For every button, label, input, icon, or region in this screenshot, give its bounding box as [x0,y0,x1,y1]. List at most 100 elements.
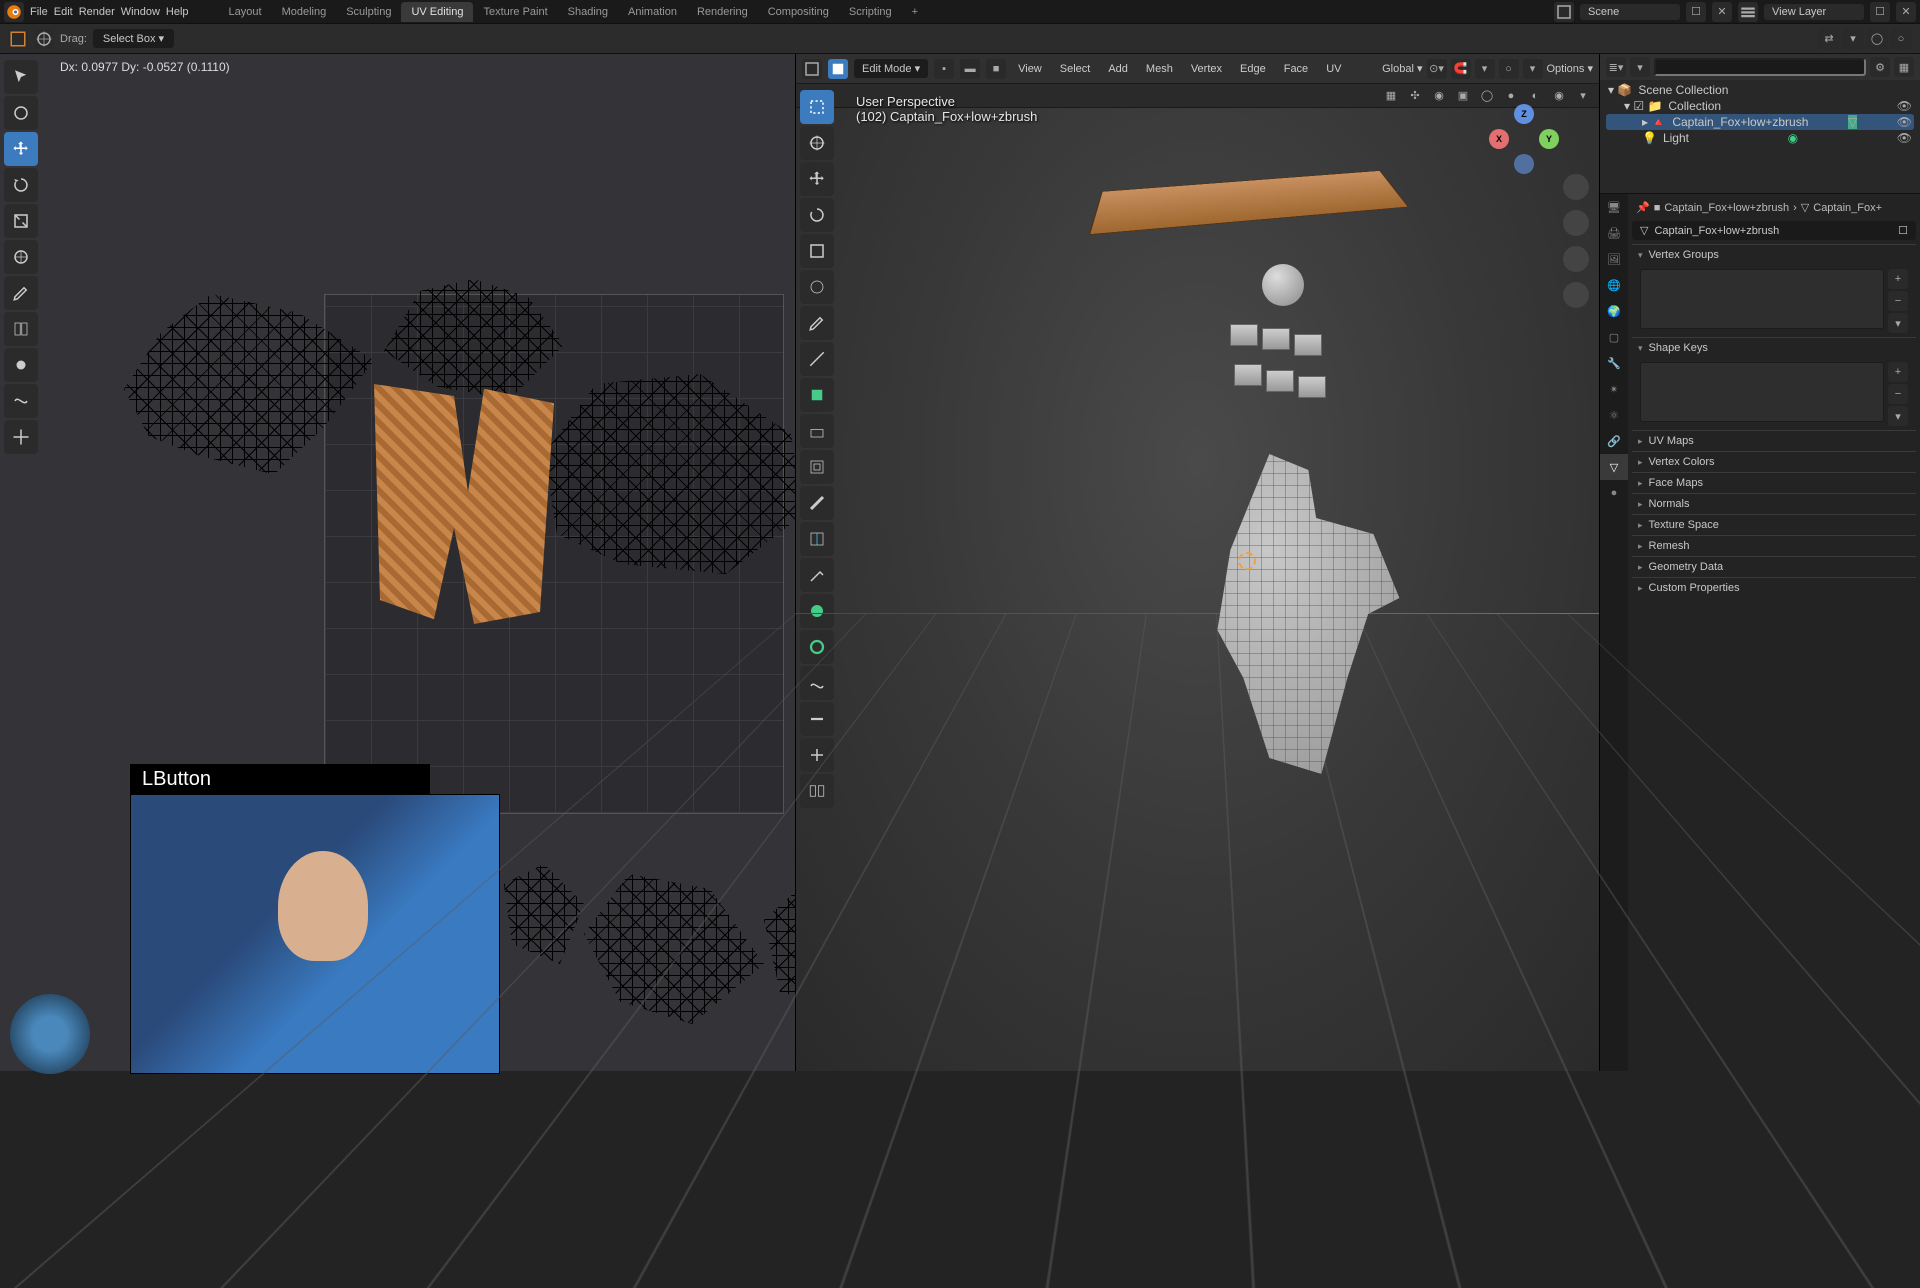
ptab-viewlayer-icon[interactable]: 🖼 [1600,246,1628,272]
tab-add-workspace[interactable]: + [902,2,928,22]
viewlayer-new-icon[interactable]: ☐ [1870,2,1890,22]
ptab-scene-icon[interactable]: 🌐 [1600,272,1628,298]
vtool-measure[interactable] [800,342,834,376]
ortho-gizmo-icon[interactable] [1563,282,1589,308]
vtool-loopcut[interactable] [800,522,834,556]
vtool-add-cube[interactable] [800,378,834,412]
vtool-rotate[interactable] [800,198,834,232]
tool-grab[interactable] [4,348,38,382]
vtool-bevel[interactable] [800,486,834,520]
overlay-toggle-icon[interactable]: ◉ [1429,86,1449,106]
xray-toggle-icon[interactable]: ▣ [1453,86,1473,106]
vgroup-remove-icon[interactable]: − [1888,291,1908,311]
tab-sculpting[interactable]: Sculpting [336,2,401,22]
tab-texture-paint[interactable]: Texture Paint [473,2,557,22]
vertex-groups-list[interactable] [1640,269,1884,329]
mesh-sphere[interactable] [1262,264,1304,306]
outliner-filter-icon[interactable]: ⚙ [1870,57,1890,77]
uv-sync-icon[interactable]: ⇄ [1818,28,1840,50]
menu-file[interactable]: File [30,6,48,18]
menu-uv[interactable]: UV [1320,60,1347,78]
menu-vertex[interactable]: Vertex [1185,60,1228,78]
viewlayer-selector[interactable]: View Layer [1764,4,1864,20]
uv-cursor-tool-icon[interactable] [34,29,54,49]
tab-animation[interactable]: Animation [618,2,687,22]
vtool-extrude[interactable] [800,414,834,448]
shading-preview-icon[interactable]: ◐ [1525,86,1545,106]
outliner-search-input[interactable] [1654,58,1866,76]
outliner-collection[interactable]: ▾ ☑ 📁Collection 👁 [1606,98,1914,114]
outliner-scene-collection[interactable]: ▾ 📦Scene Collection [1606,82,1914,98]
section-shape-keys[interactable]: Shape Keys [1632,338,1916,358]
collection-visibility-icon[interactable]: 👁 [1897,99,1912,113]
tool-rip[interactable] [4,312,38,346]
ptab-particle-icon[interactable]: ✴ [1600,376,1628,402]
section-face-maps[interactable]: Face Maps [1632,473,1916,493]
shading-solid-icon[interactable]: ● [1501,86,1521,106]
uv-snap-icon[interactable]: ◯ [1866,28,1888,50]
menu-select[interactable]: Select [1054,60,1097,78]
vtool-transform[interactable] [800,270,834,304]
mesh-edit-mode-toggle-icon[interactable]: ▦ [1381,86,1401,106]
tab-uv-editing[interactable]: UV Editing [401,2,473,22]
tool-rotate[interactable] [4,168,38,202]
outliner-new-collection-icon[interactable]: ▦ [1894,57,1914,77]
menu-face[interactable]: Face [1278,60,1314,78]
tab-compositing[interactable]: Compositing [758,2,839,22]
tool-scale[interactable] [4,204,38,238]
section-normals[interactable]: Normals [1632,494,1916,514]
tool-transform[interactable] [4,240,38,274]
proportional-falloff-icon[interactable]: ▾ [1523,59,1543,79]
menu-help[interactable]: Help [166,6,189,18]
outliner-tree[interactable]: ▾ 📦Scene Collection ▾ ☑ 📁Collection 👁 ▸ … [1600,80,1920,148]
tab-layout[interactable]: Layout [219,2,272,22]
ptab-render-icon[interactable]: 🖥 [1600,194,1628,220]
menu-edit[interactable]: Edit [54,6,73,18]
tab-scripting[interactable]: Scripting [839,2,902,22]
tool-pinch[interactable] [4,420,38,454]
menu-render[interactable]: Render [79,6,115,18]
orientation-dropdown[interactable]: Global ▾ [1382,62,1422,75]
outliner-display-mode-icon[interactable]: ▾ [1630,57,1650,77]
vtool-inset[interactable] [800,450,834,484]
navigation-gizmo[interactable]: Z X Y [1489,104,1559,174]
section-vertex-colors[interactable]: Vertex Colors [1632,452,1916,472]
select-mode-edge-icon[interactable]: ▬ [960,59,980,79]
vgroup-add-icon[interactable]: + [1888,269,1908,289]
outliner-item-light[interactable]: 💡Light ◉ 👁 [1606,130,1914,146]
snap-options-icon[interactable]: ▾ [1475,59,1495,79]
ptab-object-icon[interactable]: ▢ [1600,324,1628,350]
uv-proportional-icon[interactable]: ○ [1890,28,1912,50]
ptab-modifier-icon[interactable]: 🔧 [1600,350,1628,376]
mesh-plane[interactable] [1089,170,1409,235]
vtool-scale[interactable] [800,234,834,268]
menu-window[interactable]: Window [121,6,160,18]
vtool-cursor[interactable] [800,126,834,160]
select-mode-vertex-icon[interactable]: ▪ [934,59,954,79]
section-uv-maps[interactable]: UV Maps [1632,431,1916,451]
ptab-constraint-icon[interactable]: 🔗 [1600,428,1628,454]
section-vertex-groups[interactable]: Vertex Groups [1632,245,1916,265]
mesh-data-icon[interactable]: ▽ [1848,115,1857,129]
section-texture-space[interactable]: Texture Space [1632,515,1916,535]
gizmo-axis-y[interactable]: Y [1539,129,1559,149]
select-mode-face-icon[interactable]: ■ [986,59,1006,79]
tool-relax[interactable] [4,384,38,418]
ptab-world-icon[interactable]: 🌍 [1600,298,1628,324]
gizmo-axis-x[interactable]: X [1489,129,1509,149]
proportional-edit-icon[interactable]: ○ [1499,59,1519,79]
tool-annotate[interactable] [4,276,38,310]
shapekey-remove-icon[interactable]: − [1888,384,1908,404]
viewlayer-browse-icon[interactable] [1738,2,1758,22]
vtool-annotate[interactable] [800,306,834,340]
section-custom-properties[interactable]: Custom Properties [1632,578,1916,598]
menu-edge[interactable]: Edge [1234,60,1272,78]
menu-mesh[interactable]: Mesh [1140,60,1179,78]
gizmo-axis-z[interactable]: Z [1514,104,1534,124]
shading-rendered-icon[interactable]: ◉ [1549,86,1569,106]
mode-dropdown[interactable]: Edit Mode ▾ [854,59,928,78]
scene-delete-icon[interactable]: ✕ [1712,2,1732,22]
snap-toggle-icon[interactable]: 🧲 [1451,59,1471,79]
tab-shading[interactable]: Shading [558,2,618,22]
menu-add[interactable]: Add [1102,60,1134,78]
